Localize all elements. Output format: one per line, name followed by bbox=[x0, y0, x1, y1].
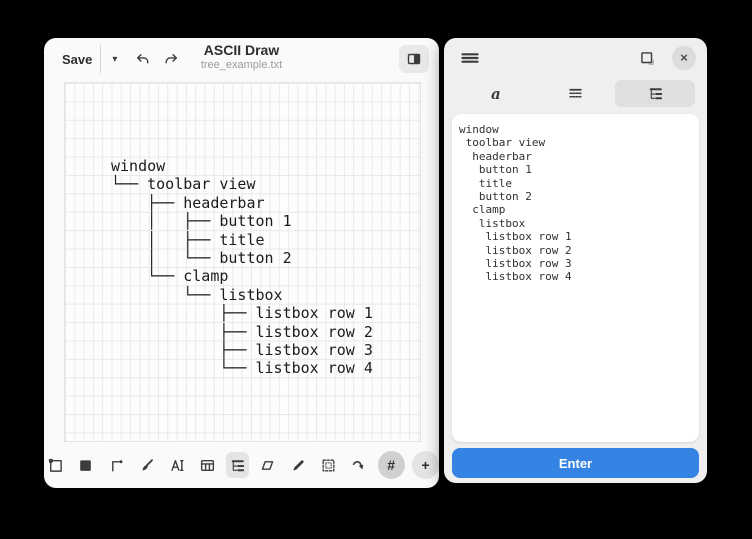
tree-text-input[interactable]: window toolbar view headerbar button 1 t… bbox=[452, 114, 699, 442]
sidebar-toggle-button[interactable] bbox=[399, 45, 429, 73]
tool-text-button[interactable] bbox=[165, 452, 188, 478]
maximize-button[interactable] bbox=[632, 44, 662, 72]
drawing-canvas[interactable]: window └── toolbar view ├── headerbar │ … bbox=[64, 82, 421, 442]
filled-rectangle-icon bbox=[77, 457, 94, 474]
table-icon bbox=[199, 457, 216, 474]
tab-tree[interactable] bbox=[615, 80, 695, 107]
tool-filled-rectangle-button[interactable] bbox=[74, 452, 97, 478]
close-button[interactable]: × bbox=[672, 46, 696, 70]
text-tab-icon: a bbox=[491, 85, 501, 103]
tool-move-button[interactable] bbox=[347, 452, 370, 478]
tool-bar: # + bbox=[44, 442, 439, 488]
canvas-ascii-tree: window └── toolbar view ├── headerbar │ … bbox=[111, 157, 373, 378]
save-menu-button[interactable]: ▾ bbox=[100, 45, 128, 73]
redo-button[interactable] bbox=[157, 45, 186, 73]
picker-icon bbox=[290, 457, 307, 474]
hamburger-menu-icon bbox=[461, 50, 479, 66]
tab-text[interactable]: a bbox=[456, 80, 536, 107]
maximize-icon bbox=[638, 49, 656, 67]
tool-table-button[interactable] bbox=[196, 452, 219, 478]
tool-rectangle-button[interactable] bbox=[44, 452, 67, 478]
panel-tabs: a bbox=[456, 80, 695, 107]
undo-icon bbox=[134, 51, 151, 68]
tool-tree-button[interactable] bbox=[226, 452, 249, 478]
tree-text-content: window toolbar view headerbar button 1 t… bbox=[452, 114, 699, 293]
tool-brush-button[interactable] bbox=[135, 452, 158, 478]
tree-icon bbox=[229, 457, 246, 474]
tree-input-panel: × a window toolbar view head bbox=[444, 38, 707, 483]
enter-button[interactable]: Enter bbox=[452, 448, 699, 478]
titlebar-actions: Save ▾ bbox=[54, 38, 186, 80]
line-icon bbox=[108, 457, 125, 474]
undo-button[interactable] bbox=[128, 45, 157, 73]
add-character-button[interactable]: + bbox=[412, 451, 439, 479]
rectangle-icon bbox=[47, 457, 64, 474]
tree-tab-icon bbox=[647, 85, 664, 102]
move-arrow-icon bbox=[350, 457, 367, 474]
tab-table[interactable] bbox=[536, 80, 616, 107]
tool-eraser-button[interactable] bbox=[256, 452, 279, 478]
select-region-icon bbox=[320, 457, 337, 474]
text-icon bbox=[168, 457, 185, 474]
chevron-down-icon: ▾ bbox=[112, 54, 117, 65]
tool-select-button[interactable] bbox=[317, 452, 340, 478]
menu-button[interactable] bbox=[455, 44, 485, 72]
save-button[interactable]: Save bbox=[54, 45, 100, 73]
sidebar-toggle-icon bbox=[406, 51, 422, 67]
left-titlebar: Save ▾ ASCII Draw bbox=[44, 38, 439, 80]
tool-line-button[interactable] bbox=[105, 452, 128, 478]
panel-header: × bbox=[444, 38, 707, 78]
eraser-icon bbox=[259, 457, 276, 474]
redo-icon bbox=[163, 51, 180, 68]
table-dotted-icon bbox=[567, 85, 584, 102]
brush-icon bbox=[138, 457, 155, 474]
desktop: Save ▾ ASCII Draw bbox=[0, 0, 752, 539]
character-picker-button[interactable]: # bbox=[378, 451, 405, 479]
ascii-draw-window: Save ▾ ASCII Draw bbox=[44, 38, 439, 488]
tool-picker-button[interactable] bbox=[287, 452, 310, 478]
